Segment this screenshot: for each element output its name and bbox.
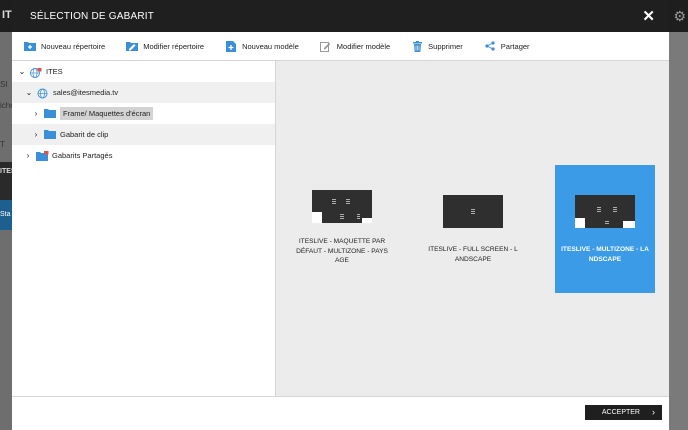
modal-title: SÉLECTION DE GABARIT [30,10,155,22]
folder-tree: ⌄ ITES ⌄ sales@itesmedia.tv › Frame/ Maq… [12,61,276,396]
globe-lock-icon [30,67,42,78]
modal-header: SÉLECTION DE GABARIT ✕ [12,0,669,32]
tree-item-sales[interactable]: ⌄ sales@itesmedia.tv [12,82,275,103]
new-folder-label: Nouveau répertoire [41,41,106,51]
chevron-right-icon[interactable]: › [32,130,40,139]
new-folder-button[interactable]: Nouveau répertoire [24,41,105,52]
new-template-button[interactable]: Nouveau modèle [225,40,299,52]
chevron-down-icon[interactable]: ⌄ [18,67,26,76]
new-template-label: Nouveau modèle [242,41,299,51]
share-label: Partager [500,41,530,51]
template-card[interactable]: ITESLIVE - MULTIZONE - LANDSCAPE [555,165,655,293]
chevron-down-icon[interactable]: ⌄ [25,88,33,97]
template-thumbnail [312,190,372,223]
tree-item-label: Gabarits Partagés [52,151,113,160]
new-template-icon [225,40,237,52]
edit-folder-icon [126,41,139,52]
template-thumbnail [443,195,503,228]
share-button[interactable]: Partager [484,41,530,52]
tree-item-label: ITES [46,67,63,76]
template-selection-modal: SÉLECTION DE GABARIT ✕ Nouveau répertoir… [12,0,669,430]
share-icon [484,41,496,52]
folder-icon [44,129,56,140]
background-fragment: SI [0,80,8,89]
tree-item-label: Gabarit de clip [60,130,109,139]
template-name: ITESLIVE - MAQUETTE PAR DÉFAUT - MULTIZO… [296,238,388,264]
modal-footer: ACCEPTER › [12,396,669,430]
edit-template-button[interactable]: Modifier modèle [320,41,390,52]
shared-folder-icon [36,150,49,161]
background-fragment: Sta [0,211,11,218]
chevron-right-icon[interactable]: › [32,109,40,118]
close-icon[interactable]: ✕ [642,9,655,24]
background-fragment: T [0,140,5,149]
modal-content: ⌄ ITES ⌄ sales@itesmedia.tv › Frame/ Maq… [12,61,669,396]
template-card[interactable]: ITESLIVE - FULL SCREEN - LANDSCAPE [423,165,523,293]
globe-icon [37,88,49,98]
template-thumbnail [575,195,635,228]
tree-item-gabarit-clip[interactable]: › Gabarit de clip [12,124,275,145]
tree-item-ites[interactable]: ⌄ ITES [12,61,275,82]
background-sidebar [0,32,12,430]
edit-template-icon [320,41,332,52]
template-card[interactable]: ITESLIVE - MAQUETTE PAR DÉFAUT - MULTIZO… [292,165,392,293]
template-name: ITESLIVE - FULL SCREEN - LANDSCAPE [428,246,518,263]
accept-button[interactable]: ACCEPTER › [584,405,662,420]
tree-item-gabarits-partages[interactable]: › Gabarits Partagés [12,145,275,166]
trash-icon [411,40,423,52]
accept-label: ACCEPTER [601,409,640,416]
tree-item-frame-maquettes[interactable]: › Frame/ Maquettes d'écran [12,103,275,124]
toolbar: Nouveau répertoire Modifier répertoire N… [12,32,669,61]
tree-item-label: sales@itesmedia.tv [53,88,119,97]
edit-template-label: Modifier modèle [336,41,391,51]
delete-button[interactable]: Supprimer [411,40,463,52]
template-preview-area: ITESLIVE - MAQUETTE PAR DÉFAUT - MULTIZO… [276,61,669,396]
gear-icon: ⚙ [673,8,686,24]
edit-folder-label: Modifier répertoire [143,41,205,51]
new-folder-icon [24,41,36,52]
tree-item-label: Frame/ Maquettes d'écran [60,107,154,120]
chevron-right-icon[interactable]: › [24,151,32,160]
edit-folder-button[interactable]: Modifier répertoire [126,41,204,52]
chevron-right-icon: › [652,407,655,417]
folder-icon [44,108,56,119]
template-name: ITESLIVE - MULTIZONE - LANDSCAPE [561,246,649,263]
delete-label: Supprimer [428,41,463,51]
